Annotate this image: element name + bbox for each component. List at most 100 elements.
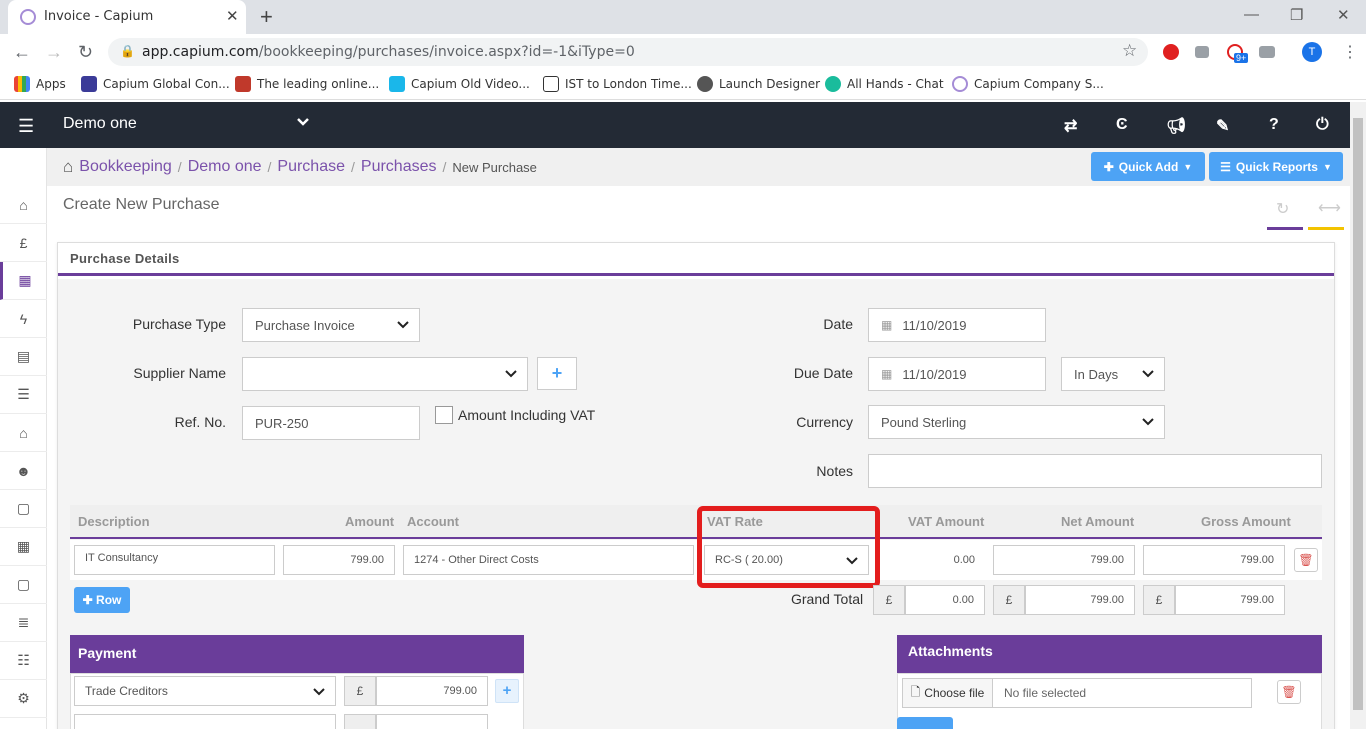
extension-icon[interactable] (1195, 46, 1209, 58)
due-in-select[interactable]: In Days (1061, 357, 1165, 391)
minimize-icon[interactable]: — (1244, 6, 1259, 23)
bookmark-item[interactable]: Capium Old Video... (389, 76, 530, 92)
new-tab-button[interactable]: + (260, 4, 273, 30)
indent-icon[interactable]: ≣ (0, 604, 47, 642)
amount-including-vat-checkbox[interactable] (435, 406, 453, 424)
megaphone-icon[interactable]: 📢︎ (1166, 116, 1186, 136)
gross-amount-value: 799.00 (1240, 554, 1274, 566)
scrollbar-thumb[interactable] (1353, 118, 1363, 710)
currency-addon: £ (993, 585, 1025, 615)
add-supplier-button[interactable]: + (537, 357, 577, 390)
breadcrumb-bookkeeping[interactable]: Bookkeeping (79, 158, 172, 176)
add-attachment-button[interactable] (897, 717, 953, 729)
back-icon[interactable]: ← (13, 42, 31, 63)
currency-addon: £ (1143, 585, 1175, 615)
due-date-input[interactable]: ▦ 11/10/2019 (868, 357, 1046, 391)
amount-input[interactable]: 799.00 (283, 545, 395, 575)
caret-down-icon: ▼ (1183, 161, 1193, 172)
bookmark-item[interactable]: Capium Global Con... (81, 76, 230, 92)
bookmark-star-icon[interactable]: ☆ (1122, 41, 1137, 61)
breadcrumb-demo-one[interactable]: Demo one (188, 158, 262, 176)
vat-rate-highlight-box (697, 506, 880, 588)
refresh-icon[interactable]: ↻ (1276, 199, 1289, 219)
due-in-value: In Days (1074, 366, 1119, 382)
payment-amount-input[interactable]: 799.00 (376, 676, 488, 706)
power-icon[interactable]: ⏻ (1316, 116, 1329, 134)
bookmark-apps[interactable]: Apps (14, 76, 66, 92)
amount-value: 799.00 (350, 554, 384, 566)
swap-icon[interactable]: ⇄ (1064, 116, 1077, 136)
ref-no-input[interactable]: PUR-250 (242, 406, 420, 440)
chevron-down-icon (1142, 418, 1154, 426)
payment-account-select[interactable]: Trade Creditors (74, 676, 336, 706)
capium-logo-icon[interactable]: Ͼ (1116, 116, 1128, 134)
window-close-icon[interactable]: ✕ (1337, 6, 1350, 24)
hamburger-menu-icon[interactable]: ☰ (18, 116, 34, 137)
bookmark-favicon-icon (235, 76, 251, 92)
bookmark-item[interactable]: The leading online... (235, 76, 379, 92)
company-dropdown-chevron-icon[interactable] (296, 115, 310, 129)
quick-reports-button[interactable]: ☰ Quick Reports ▼ (1209, 152, 1343, 181)
calculator-icon[interactable]: ▦ (0, 528, 47, 566)
browser-tab[interactable]: Invoice - Capium ✕ (8, 0, 246, 34)
calendar-icon: ▦ (881, 318, 893, 332)
tab-close-icon[interactable]: ✕ (226, 7, 239, 25)
address-bar[interactable]: 🔒 app.capium.com/bookkeeping/purchases/i… (108, 38, 1148, 66)
payment-account-select-2[interactable] (74, 714, 336, 729)
due-date-label: Due Date (793, 365, 853, 381)
chevron-down-icon (505, 370, 517, 378)
notes-input[interactable] (868, 454, 1322, 488)
bookmark-item[interactable]: All Hands - Chat (825, 76, 944, 92)
accent-underline-yellow (1308, 227, 1344, 230)
profile-avatar[interactable]: T (1302, 42, 1322, 62)
breadcrumb-purchases[interactable]: Purchases (361, 158, 437, 176)
chevron-down-icon (1142, 370, 1154, 378)
date-input[interactable]: ▦ 11/10/2019 (868, 308, 1046, 342)
bank-icon[interactable]: ⌂ (0, 414, 47, 452)
add-payment-button[interactable]: + (495, 679, 519, 703)
breadcrumb-purchase[interactable]: Purchase (277, 158, 345, 176)
bookmark-item[interactable]: IST to London Time... (543, 76, 692, 92)
currency-select[interactable]: Pound Sterling (868, 405, 1165, 439)
adblock-extension-icon[interactable] (1163, 44, 1179, 60)
quick-reports-label: Quick Reports (1235, 159, 1318, 174)
calendar-icon[interactable]: ▢ (0, 490, 47, 528)
pound-icon[interactable]: £ (0, 224, 47, 262)
add-row-button[interactable]: ✚ Row (74, 587, 130, 613)
restore-icon[interactable]: ❐ (1290, 6, 1303, 24)
company-name[interactable]: Demo one (63, 115, 137, 133)
home-icon[interactable]: ⌂ (0, 186, 47, 224)
vat-amount-value: 0.00 (953, 554, 975, 566)
delete-attachment-button[interactable]: 🗑︎ (1277, 680, 1301, 704)
bookmark-item[interactable]: Launch Designer (697, 76, 820, 92)
quick-add-button[interactable]: ✚ Quick Add ▼ (1091, 152, 1205, 181)
dashboard-icon[interactable]: ▦ (0, 262, 47, 300)
table-icon[interactable]: ☷ (0, 642, 47, 680)
payment-amount-input-2[interactable] (376, 714, 488, 729)
reload-icon[interactable]: ↻ (78, 42, 93, 63)
forward-icon[interactable]: → (45, 42, 63, 63)
description-textarea[interactable]: IT Consultancy (74, 545, 275, 575)
choose-file-button[interactable]: 🗋 Choose file (902, 678, 993, 708)
calendar2-icon[interactable]: ▢ (0, 566, 47, 604)
account-select[interactable]: 1274 - Other Direct Costs (403, 545, 694, 575)
cogs-icon[interactable]: ⚙ (0, 680, 47, 718)
list-icon[interactable]: ☰ (0, 376, 47, 414)
camera-extension-icon[interactable] (1259, 46, 1275, 58)
total-net-value: 799.00 (1090, 594, 1124, 606)
users-icon[interactable]: ☻ (0, 452, 47, 490)
home-icon[interactable]: ⌂ (63, 157, 73, 177)
bookmark-item[interactable]: Capium Company S... (952, 76, 1104, 92)
ref-no-value: PUR-250 (255, 415, 309, 431)
delete-row-button[interactable]: 🗑︎ (1294, 548, 1318, 572)
bolt-icon[interactable]: ϟ (0, 300, 47, 338)
expand-horizontal-icon[interactable]: ⟷ (1318, 198, 1341, 218)
supplier-name-select[interactable] (242, 357, 528, 391)
ticket-icon[interactable]: ✎ (1216, 116, 1229, 136)
help-icon[interactable]: ? (1269, 116, 1279, 134)
browser-menu-icon[interactable]: ⋮ (1342, 42, 1358, 62)
list-icon: ☰ (1220, 159, 1231, 174)
document-icon[interactable]: ▤ (0, 338, 47, 376)
purchase-details-heading: Purchase Details (58, 243, 1334, 276)
purchase-type-select[interactable]: Purchase Invoice (242, 308, 420, 342)
